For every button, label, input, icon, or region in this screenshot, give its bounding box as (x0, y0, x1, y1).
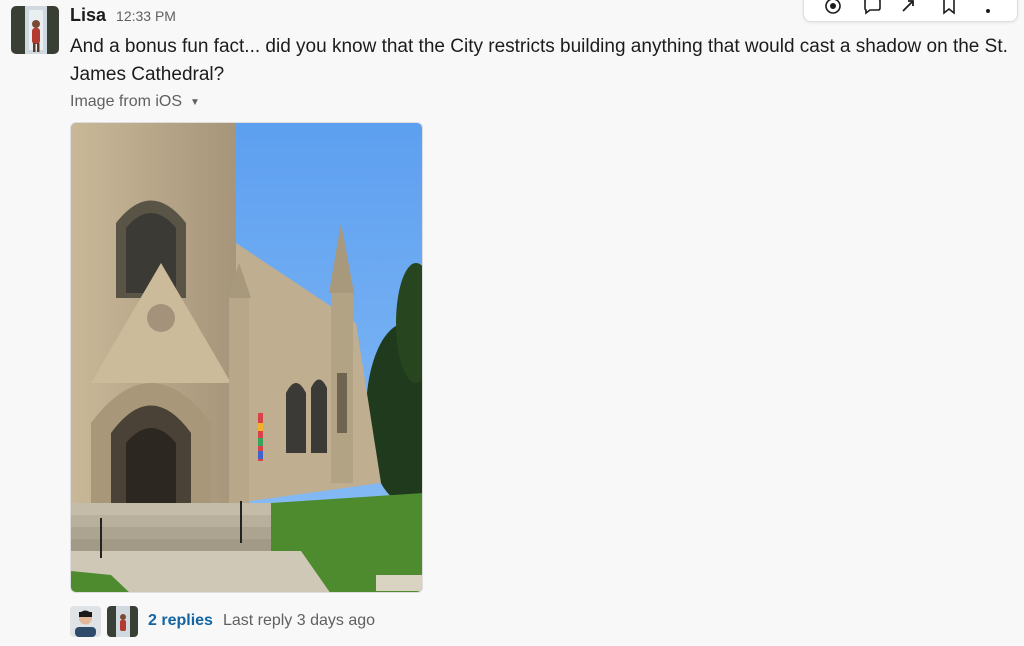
message-actions-toolbar (803, 0, 1018, 22)
attachment-title: Image from iOS (70, 93, 183, 110)
share-icon[interactable] (899, 0, 921, 15)
message-header: Lisa 12:33 PM (70, 5, 176, 29)
replier-avatar (107, 605, 138, 637)
more-actions-icon[interactable] (977, 0, 999, 15)
reply-in-thread-icon[interactable] (861, 0, 883, 15)
author-name[interactable]: Lisa (70, 5, 106, 26)
message-text: And a bonus fun fact... did you know tha… (70, 36, 1008, 85)
author-avatar[interactable] (11, 6, 59, 54)
replier-avatar (70, 605, 101, 637)
thread-last-reply: Last reply 3 days ago (222, 612, 376, 629)
chevron-down-icon[interactable]: ▼ (190, 97, 200, 108)
message-timestamp[interactable]: 12:33 PM (116, 8, 176, 24)
bookmark-icon[interactable] (938, 0, 960, 15)
thread-summary[interactable]: 2 replies Last reply 3 days ago (70, 605, 375, 637)
attachment-label[interactable]: Image from iOS ▼ (70, 93, 200, 111)
emoji-reaction-icon[interactable] (822, 0, 844, 15)
message: Lisa 12:33 PM And a bonus fun fact... di… (0, 0, 1024, 646)
attachment-image[interactable] (70, 122, 423, 593)
thread-reply-count[interactable]: 2 replies (148, 612, 213, 630)
